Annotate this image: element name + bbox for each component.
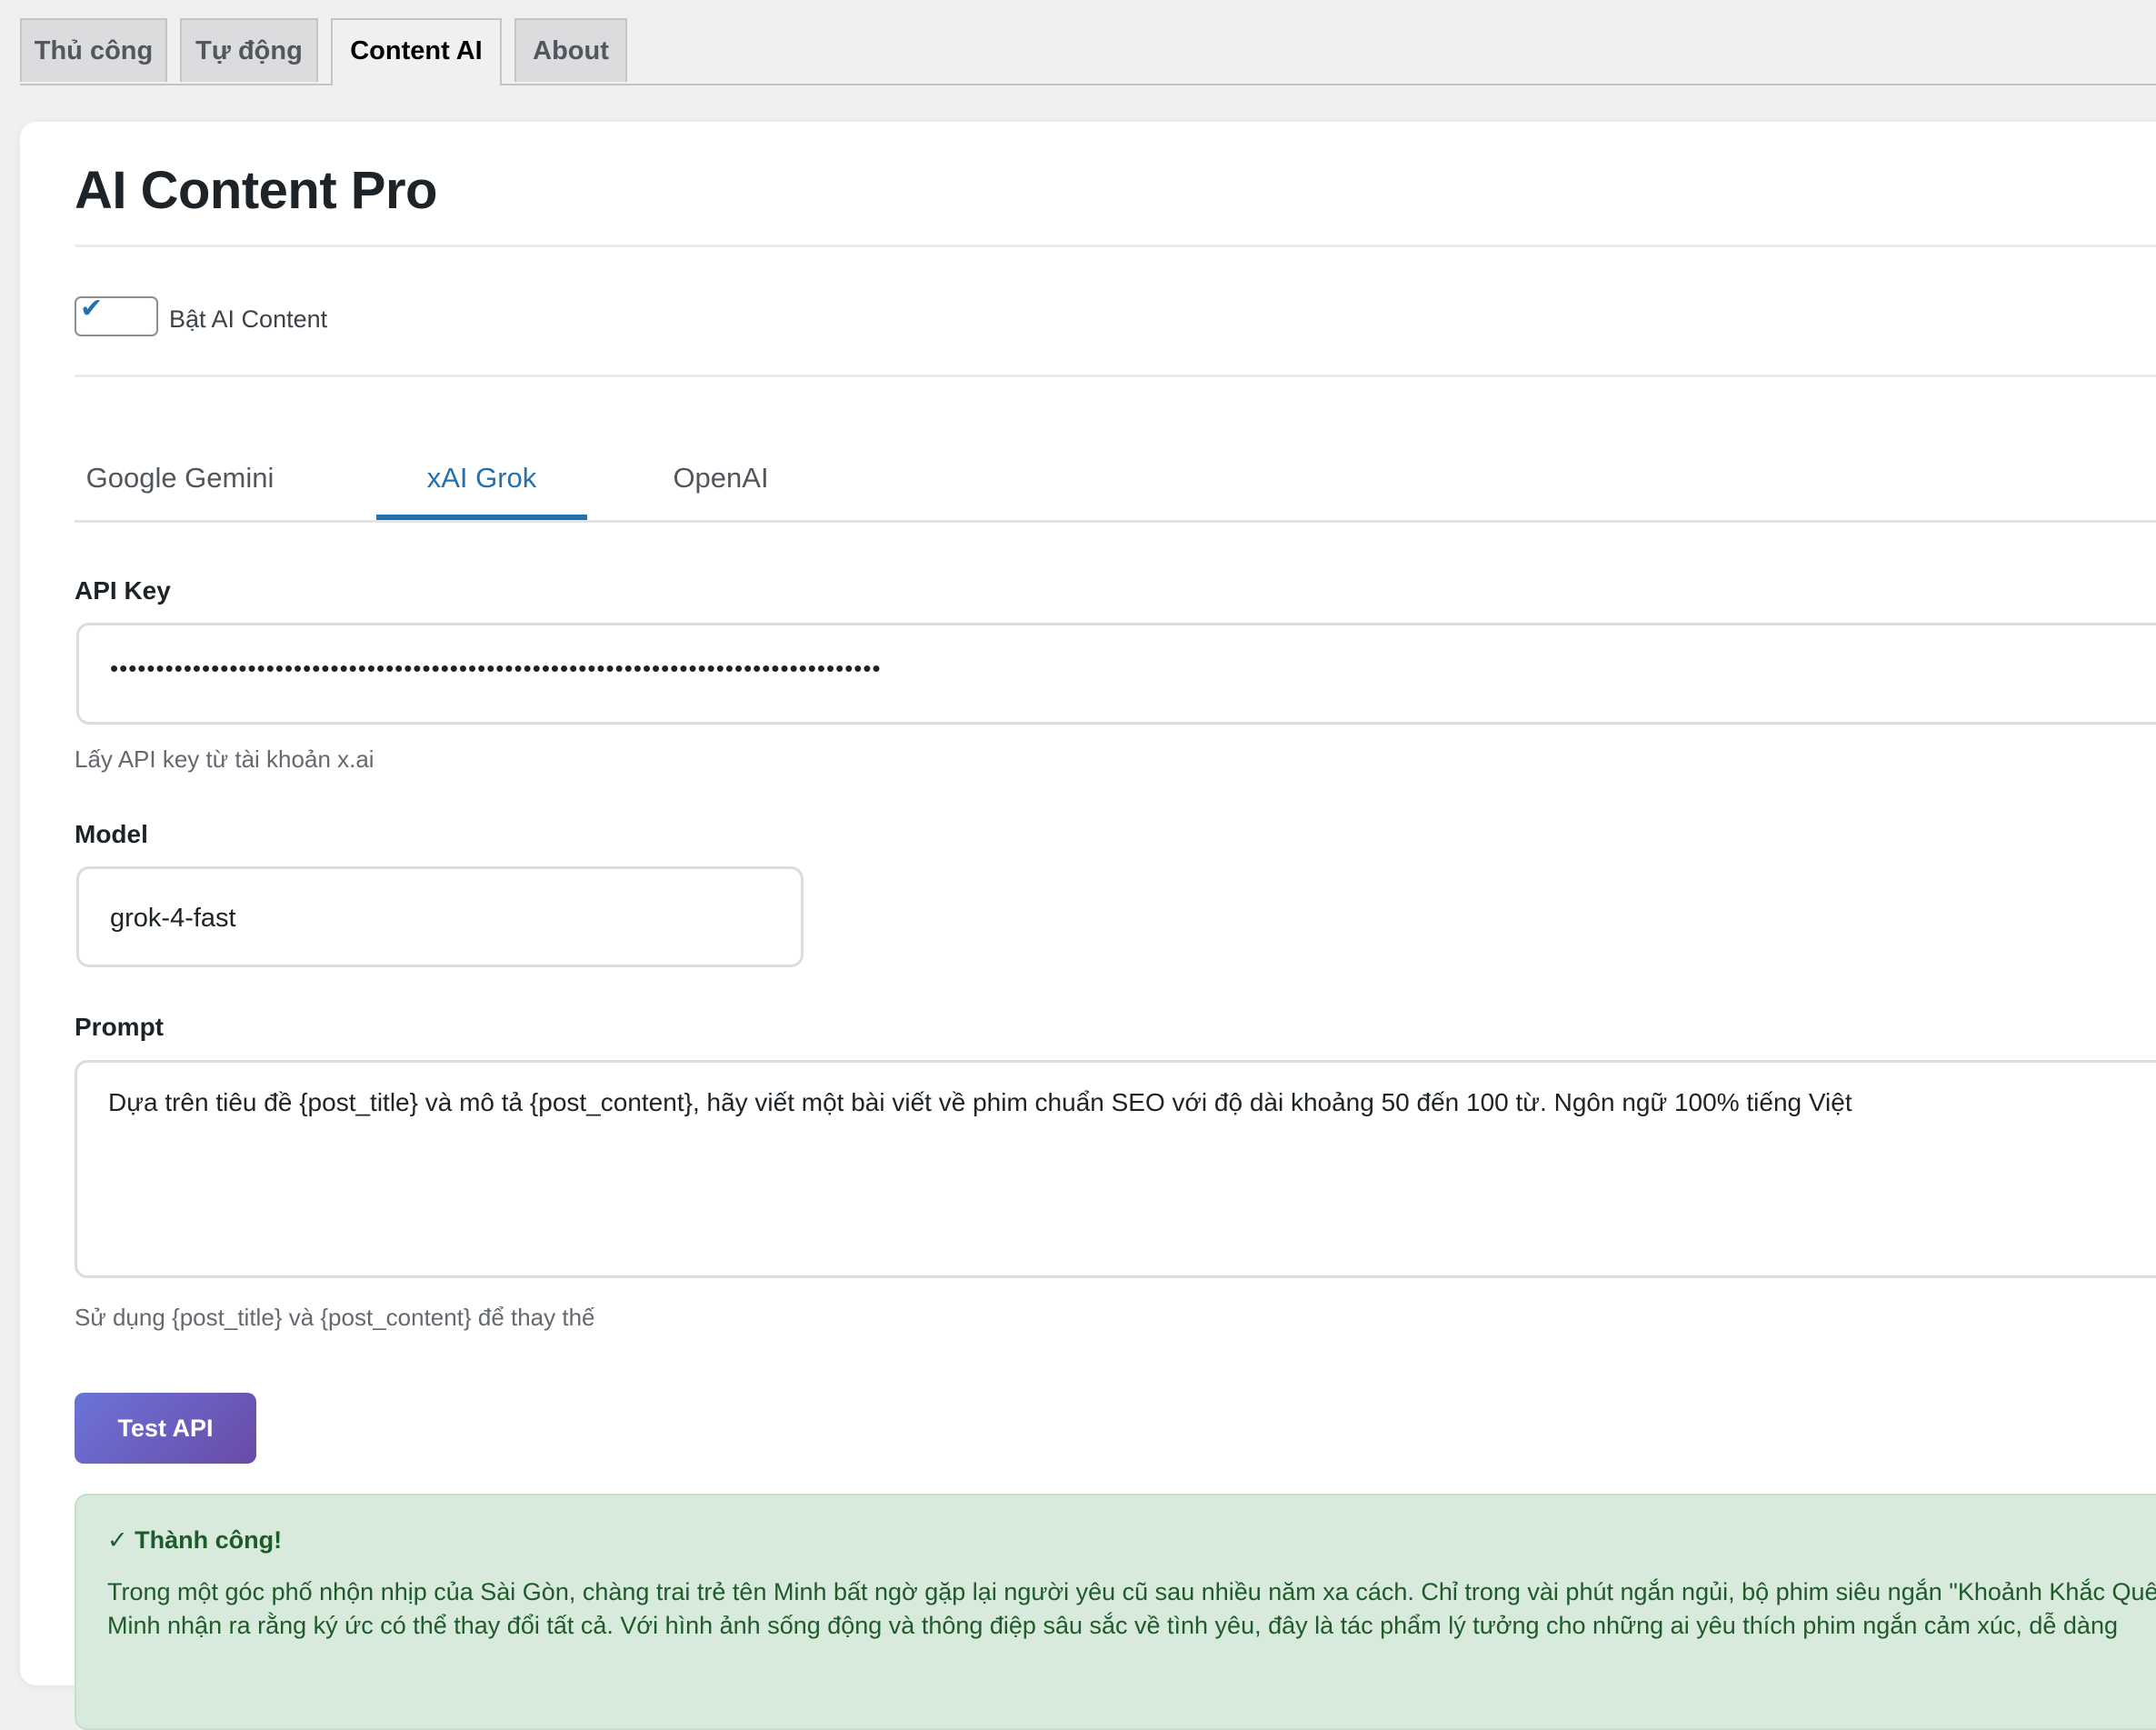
prompt-label: Prompt [75, 1013, 164, 1041]
api-key-help: Lấy API key từ tài khoản x.ai [75, 745, 374, 773]
api-key-value: ••••••••••••••••••••••••••••••••••••••••… [110, 655, 882, 682]
title-divider [75, 245, 2156, 247]
prompt-textarea[interactable]: Dựa trên tiêu đề {post_title} và mô tả {… [75, 1060, 2156, 1278]
model-input[interactable]: grok-4-fast [76, 866, 804, 967]
page-title: AI Content Pro [75, 161, 437, 220]
tab-about[interactable]: About [514, 18, 627, 82]
checkmark-icon: ✔ [80, 294, 104, 324]
api-key-label: API Key [75, 576, 171, 605]
prompt-value: Dựa trên tiêu đề {post_title} và mô tả {… [108, 1088, 1852, 1116]
notice-title: ✓ Thành công! [107, 1526, 283, 1554]
tab-google-gemini[interactable]: Google Gemini [75, 451, 285, 520]
notice-body: Trong một góc phố nhộn nhịp của Sài Gòn,… [107, 1578, 2156, 1639]
model-value: grok-4-fast [110, 904, 236, 933]
enable-divider [75, 375, 2156, 377]
tab-thu-cong[interactable]: Thủ công [20, 18, 167, 82]
tab-xai-grok[interactable]: xAI Grok [376, 451, 587, 520]
success-notice: ✓ Thành công! Trong một góc phố nhộn nhị… [75, 1494, 2156, 1730]
tab-content-ai[interactable]: Content AI [331, 18, 502, 85]
nav-tab-bar: Thủ công Tự động Content AI About [20, 18, 2156, 85]
api-key-input[interactable]: ••••••••••••••••••••••••••••••••••••••••… [76, 623, 2156, 725]
model-label: Model [75, 820, 148, 848]
enable-ai-label: Bật AI Content [169, 305, 328, 333]
enable-ai-checkbox[interactable]: ✔ [75, 294, 158, 336]
tab-tu-dong[interactable]: Tự động [180, 18, 318, 82]
test-api-button[interactable]: Test API [75, 1393, 256, 1464]
prompt-help: Sử dụng {post_title} và {post_content} đ… [75, 1304, 595, 1331]
tab-openai[interactable]: OpenAI [634, 451, 807, 520]
provider-tab-bar: Google Gemini xAI Grok OpenAI [75, 451, 2156, 523]
